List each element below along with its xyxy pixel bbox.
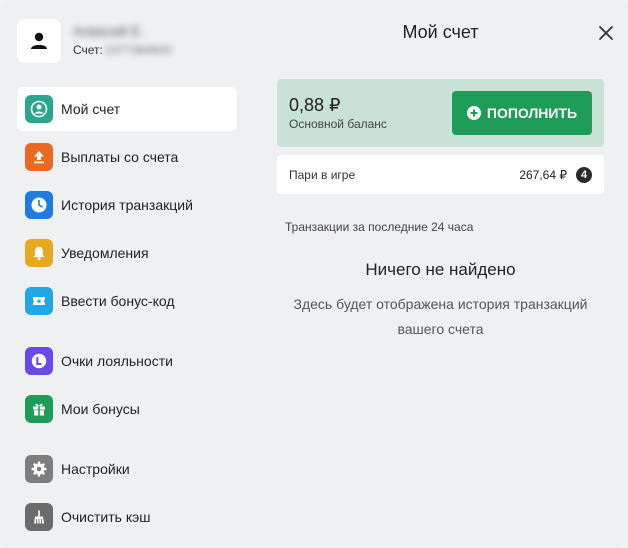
transactions-header: Транзакции за последние 24 часа bbox=[285, 220, 474, 234]
bets-in-play-row[interactable]: Пари в игре 267,64 ₽ 4 bbox=[277, 155, 604, 194]
gift-icon bbox=[25, 395, 53, 423]
bets-in-play-label: Пари в игре bbox=[289, 168, 356, 182]
bets-count-badge: 4 bbox=[576, 167, 592, 183]
sidebar-item-label: Ввести бонус-код bbox=[61, 293, 175, 309]
sidebar-item-notifications[interactable]: Уведомления bbox=[17, 231, 237, 275]
top-up-label: ПОПОЛНИТЬ bbox=[486, 105, 578, 121]
empty-state-title: Ничего не найдено bbox=[365, 260, 516, 279]
loyalty-icon bbox=[25, 347, 53, 375]
balance-amount: 0,88 ₽ bbox=[289, 95, 341, 115]
sidebar-item-label: Выплаты со счета bbox=[61, 149, 179, 165]
sidebar-item-label: Уведомления bbox=[61, 245, 149, 261]
account-number: 1077384920 bbox=[104, 43, 172, 57]
bets-in-play-amount: 267,64 ₽ bbox=[519, 168, 567, 182]
ticket-icon bbox=[25, 287, 53, 315]
balance-card: 0,88 ₽ Основной баланс ПОПОЛНИТЬ bbox=[277, 79, 604, 147]
close-icon bbox=[599, 26, 613, 40]
sidebar-item-settings[interactable]: Настройки bbox=[17, 447, 237, 491]
sidebar-item-loyalty-points[interactable]: Очки лояльности bbox=[17, 339, 237, 383]
balance-label: Основной баланс bbox=[289, 117, 387, 131]
avatar[interactable] bbox=[17, 19, 61, 63]
sidebar-item-label: Мои бонусы bbox=[61, 401, 140, 417]
sidebar-item-bonus-code[interactable]: Ввести бонус-код bbox=[17, 279, 237, 323]
bell-icon bbox=[25, 239, 53, 267]
account-number-line: Счет: 1077384920 bbox=[73, 43, 172, 57]
broom-icon bbox=[25, 503, 53, 531]
sidebar-item-label: История транзакций bbox=[61, 197, 193, 213]
sidebar-item-my-bonuses[interactable]: Мои бонусы bbox=[17, 387, 237, 431]
sidebar-item-label: Очки лояльности bbox=[61, 353, 173, 369]
sidebar-item-label: Очистить кэш bbox=[61, 509, 151, 525]
clock-icon bbox=[25, 191, 53, 219]
empty-state-description: Здесь будет отображена история транзакци… bbox=[293, 296, 588, 337]
close-button[interactable] bbox=[594, 21, 618, 45]
sidebar-item-clear-cache[interactable]: Очистить кэш bbox=[17, 495, 237, 539]
page-title: Мой счет bbox=[402, 22, 479, 42]
upload-icon bbox=[25, 143, 53, 171]
gear-icon bbox=[25, 455, 53, 483]
sidebar-item-my-account[interactable]: Мой счет bbox=[17, 87, 237, 131]
plus-circle-icon bbox=[466, 106, 481, 120]
account-label: Счет: bbox=[73, 43, 103, 57]
top-up-button[interactable]: ПОПОЛНИТЬ bbox=[452, 91, 592, 135]
sidebar-item-label: Настройки bbox=[61, 461, 130, 477]
user-circle-icon bbox=[25, 95, 53, 123]
sidebar-item-payouts[interactable]: Выплаты со счета bbox=[17, 135, 237, 179]
user-icon bbox=[31, 32, 47, 49]
sidebar-item-transaction-history[interactable]: История транзакций bbox=[17, 183, 237, 227]
sidebar-item-label: Мой счет bbox=[61, 101, 121, 117]
account-panel: Алексей Е. Счет: 1077384920 Мой счет Мой … bbox=[0, 0, 628, 548]
user-name: Алексей Е. bbox=[73, 23, 145, 39]
